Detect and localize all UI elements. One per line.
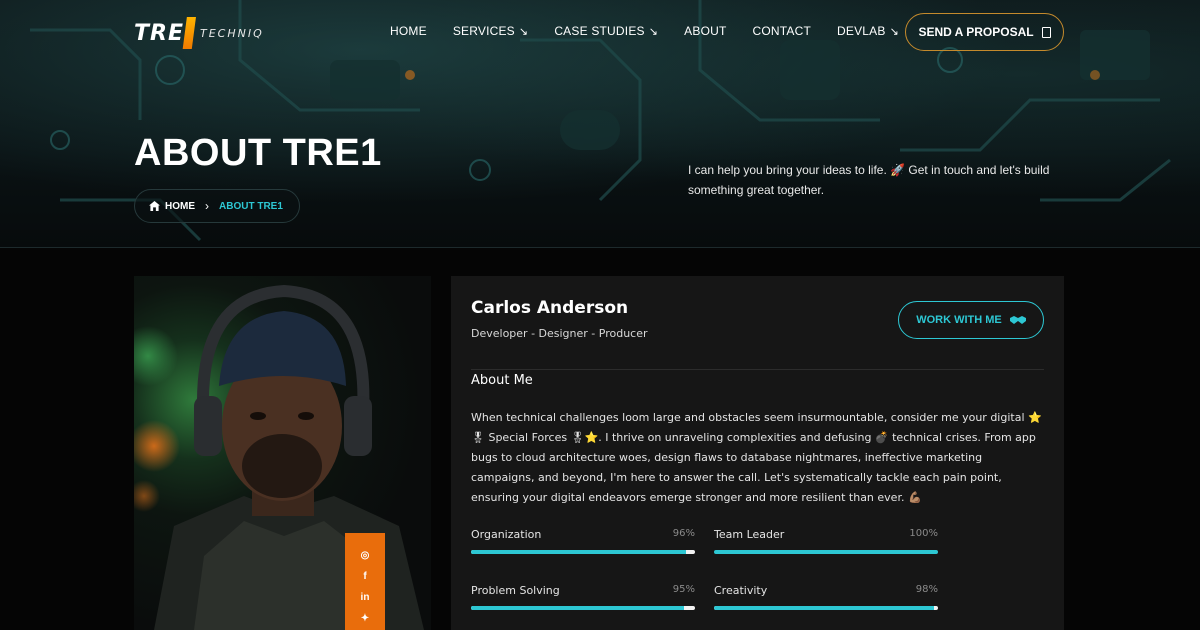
send-proposal-button[interactable]: SEND A PROPOSAL <box>905 13 1064 51</box>
profile-card: Carlos Anderson Developer - Designer - P… <box>451 276 1064 630</box>
send-proposal-label: SEND A PROPOSAL <box>918 25 1034 39</box>
profile-role: Developer - Designer - Producer <box>471 327 648 340</box>
social-links: ◎ f in ✦ <box>345 533 385 630</box>
arrow-down-right-icon: ↘ <box>518 25 529 38</box>
nav-case-studies[interactable]: CASE STUDIES ↘ <box>554 24 658 38</box>
skill-fill <box>471 606 684 610</box>
skill-value: 98% <box>915 584 938 595</box>
skill-fill <box>714 606 934 610</box>
nav-services[interactable]: SERVICES ↘ <box>453 24 529 38</box>
home-icon <box>149 201 160 211</box>
skill-fill <box>471 550 687 554</box>
instagram-icon[interactable]: ◎ <box>361 551 370 561</box>
logo-subtitle: TECHNIQ <box>199 26 264 40</box>
skill-track <box>471 550 695 554</box>
nav-services-label: SERVICES <box>452 24 515 38</box>
skill-label: Creativity <box>714 584 768 597</box>
skill-label: Team Leader <box>714 528 785 541</box>
logo-wordmark: TRE <box>134 20 184 46</box>
nav-home[interactable]: HOME <box>390 24 427 38</box>
divider <box>471 369 1044 370</box>
nav-contact[interactable]: CONTACT <box>753 24 812 38</box>
about-heading: About Me <box>471 373 533 388</box>
profile-name: Carlos Anderson <box>471 298 629 318</box>
breadcrumb: HOME › ABOUT TRE1 <box>134 189 300 223</box>
skill-track <box>471 606 695 610</box>
skill-label: Organization <box>471 528 542 541</box>
skill-track <box>714 606 938 610</box>
nav-contact-label: CONTACT <box>752 24 812 38</box>
nav-home-label: HOME <box>390 24 427 38</box>
nav-about[interactable]: ABOUT <box>684 24 726 38</box>
breadcrumb-home-label: HOME <box>165 200 195 212</box>
document-icon <box>1041 26 1051 38</box>
main-nav: HOME SERVICES ↘ CASE STUDIES ↘ ABOUT CONTA… <box>390 24 899 38</box>
portrait-illustration <box>134 284 424 630</box>
nav-devlab-label: DEVLAB <box>837 24 886 38</box>
skill-label: Problem Solving <box>471 584 560 597</box>
skill-track <box>714 550 938 554</box>
breadcrumb-home[interactable]: HOME <box>149 201 195 212</box>
skill-value: 95% <box>672 584 695 595</box>
breadcrumb-current: ABOUT TRE1 <box>219 200 283 212</box>
profile-photo <box>134 276 431 630</box>
skill-value: 96% <box>672 528 695 539</box>
nav-case-studies-label: CASE STUDIES <box>554 24 645 38</box>
facebook-icon[interactable]: f <box>363 572 366 582</box>
nav-about-label: ABOUT <box>684 24 727 38</box>
work-with-me-label: WORK WITH ME <box>916 314 1002 326</box>
skill-value: 100% <box>909 528 938 539</box>
skill-fill <box>714 550 938 554</box>
nav-devlab[interactable]: DEVLAB ↘ <box>837 24 899 38</box>
hero-tagline: I can help you bring your ideas to life.… <box>688 163 1050 197</box>
brand-logo[interactable]: TRE TECHNIQ <box>134 16 264 50</box>
about-bio: When technical challenges loom large and… <box>471 411 1042 504</box>
twitter-icon[interactable]: ✦ <box>361 614 369 624</box>
hero-banner: TRE TECHNIQ HOME SERVICES ↘ CASE STUDIES ↘… <box>0 0 1200 248</box>
arrow-down-right-icon: ↘ <box>889 25 899 38</box>
linkedin-icon[interactable]: in <box>361 593 370 603</box>
chevron-right-icon: › <box>205 199 209 213</box>
logo-one-mark <box>182 17 196 49</box>
page-title: ABOUT TRE1 <box>134 132 382 174</box>
arrow-down-right-icon: ↘ <box>648 25 659 38</box>
handshake-icon <box>1009 316 1026 324</box>
work-with-me-button[interactable]: WORK WITH ME <box>898 301 1044 339</box>
